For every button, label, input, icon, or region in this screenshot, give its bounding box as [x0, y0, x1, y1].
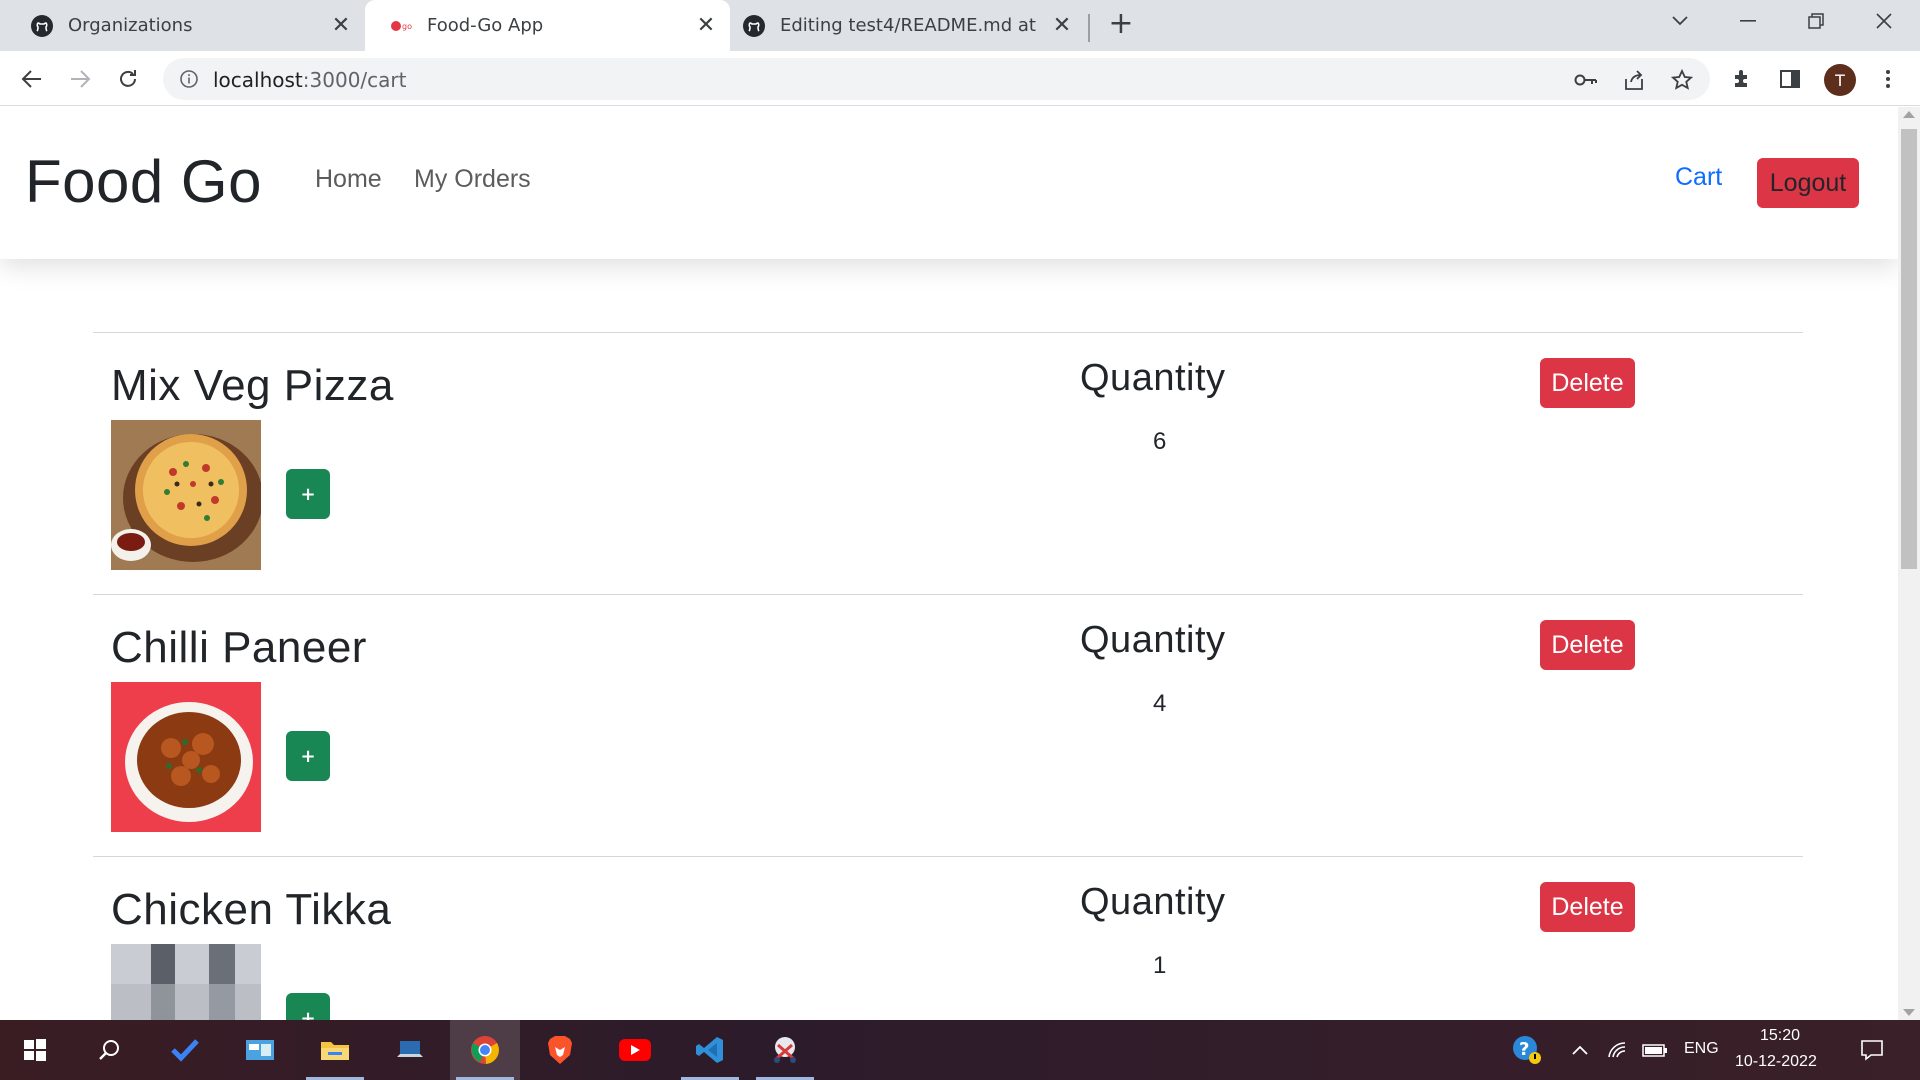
- close-icon[interactable]: ✕: [1050, 13, 1074, 38]
- delete-button[interactable]: Delete: [1540, 882, 1635, 932]
- scroll-down-arrow-icon[interactable]: [1903, 1009, 1915, 1016]
- scroll-up-arrow-icon[interactable]: [1903, 111, 1915, 118]
- cart-item: Chilli Paneer + Quantity 4 Delete: [93, 594, 1803, 856]
- laptop-app-icon[interactable]: [375, 1020, 445, 1080]
- window-close-icon[interactable]: [1864, 6, 1904, 36]
- url-path: :3000/cart: [302, 68, 407, 92]
- delete-button[interactable]: Delete: [1540, 620, 1635, 670]
- forward-icon[interactable]: [64, 63, 96, 95]
- tab-editing-readme[interactable]: Editing test4/README.md at mai ✕: [742, 0, 1082, 51]
- clock-date[interactable]: 10-12-2022: [1735, 1053, 1817, 1071]
- logout-button[interactable]: Logout: [1757, 158, 1859, 208]
- item-name: Mix Veg Pizza: [111, 361, 394, 410]
- restore-icon[interactable]: [1796, 6, 1836, 36]
- side-panel-icon[interactable]: [1774, 63, 1806, 95]
- pizza-image: [111, 420, 261, 570]
- bookmark-star-icon[interactable]: [1669, 67, 1695, 93]
- browser-tab-strip: Organizations ✕ go Food-Go App ✕ Editing…: [0, 0, 1920, 51]
- add-quantity-button[interactable]: +: [286, 993, 330, 1020]
- item-name: Chilli Paneer: [111, 623, 367, 672]
- file-explorer-icon[interactable]: [300, 1020, 370, 1080]
- github-icon: [743, 14, 765, 37]
- tab-title: Food-Go App: [427, 15, 544, 36]
- github-icon: [31, 14, 53, 37]
- reload-icon[interactable]: [112, 63, 144, 95]
- snipping-tool-icon[interactable]: [750, 1020, 820, 1080]
- url-host: localhost: [213, 68, 303, 92]
- battery-icon[interactable]: [1638, 1020, 1672, 1080]
- nav-my-orders-link[interactable]: My Orders: [414, 165, 531, 194]
- brand-logo[interactable]: Food Go: [25, 147, 262, 216]
- address-bar[interactable]: localhost:3000/cart: [163, 58, 1710, 100]
- nav-home-link[interactable]: Home: [315, 165, 382, 194]
- youtube-icon[interactable]: [600, 1020, 670, 1080]
- close-icon[interactable]: ✕: [694, 13, 718, 38]
- chilli-paneer-image: [111, 682, 261, 832]
- back-icon[interactable]: [16, 63, 48, 95]
- svg-text:?: ?: [1519, 1039, 1529, 1060]
- vscode-icon[interactable]: [675, 1020, 745, 1080]
- brave-icon[interactable]: [525, 1020, 595, 1080]
- quantity-value: 6: [1153, 428, 1167, 455]
- search-icon[interactable]: [74, 1020, 144, 1080]
- tab-organizations[interactable]: Organizations ✕: [0, 0, 365, 51]
- key-icon[interactable]: [1573, 67, 1599, 93]
- info-icon[interactable]: [179, 69, 199, 89]
- nav-cart-link[interactable]: Cart: [1675, 163, 1722, 192]
- site-navbar: Food Go Home My Orders Cart Logout: [0, 107, 1898, 259]
- menu-icon[interactable]: [1872, 63, 1904, 95]
- add-quantity-button[interactable]: +: [286, 731, 330, 781]
- windows-start-icon[interactable]: [0, 1020, 70, 1080]
- control-panel-icon[interactable]: [225, 1020, 295, 1080]
- language-indicator[interactable]: ENG: [1684, 1040, 1719, 1058]
- quantity-label: Quantity: [1080, 357, 1226, 399]
- svg-text:go: go: [402, 22, 412, 31]
- chrome-icon[interactable]: [450, 1020, 520, 1080]
- quantity-value: 4: [1153, 690, 1167, 717]
- url-text[interactable]: localhost:3000/cart: [213, 68, 406, 92]
- todo-icon[interactable]: [150, 1020, 220, 1080]
- item-name: Chicken Tikka: [111, 885, 392, 934]
- tab-title: Organizations: [68, 15, 193, 36]
- tab-separator: [1088, 14, 1090, 42]
- minimize-icon[interactable]: [1728, 6, 1768, 36]
- chevron-up-icon[interactable]: [1565, 1020, 1595, 1080]
- chicken-tikka-image: [111, 944, 261, 1020]
- cart-item: Mix Veg Pizza + Quantity 6 Delete: [93, 332, 1803, 594]
- profile-avatar[interactable]: T: [1824, 64, 1856, 96]
- scrollbar-thumb[interactable]: [1901, 129, 1917, 569]
- delete-button[interactable]: Delete: [1540, 358, 1635, 408]
- vertical-scrollbar[interactable]: [1898, 107, 1920, 1020]
- help-icon[interactable]: ?: [1505, 1020, 1549, 1080]
- wifi-icon[interactable]: [1603, 1020, 1633, 1080]
- new-tab-button[interactable]: +: [1106, 9, 1136, 40]
- clock-time[interactable]: 15:20: [1760, 1027, 1800, 1045]
- windows-taskbar: ? ENG 15:20 10-12-2022: [0, 1020, 1920, 1080]
- close-icon[interactable]: ✕: [329, 13, 353, 38]
- quantity-label: Quantity: [1080, 881, 1226, 923]
- notifications-icon[interactable]: [1850, 1020, 1894, 1080]
- tab-title: Editing test4/README.md at mai: [780, 15, 1040, 36]
- quantity-label: Quantity: [1080, 619, 1226, 661]
- tab-search-icon[interactable]: [1660, 6, 1700, 36]
- food-go-favicon: go: [391, 20, 412, 31]
- share-icon[interactable]: [1621, 67, 1647, 93]
- add-quantity-button[interactable]: +: [286, 469, 330, 519]
- quantity-value: 1: [1153, 952, 1167, 979]
- cart-item: Chicken Tikka + Quantity 1 Delete: [93, 856, 1803, 1020]
- tab-food-go-app[interactable]: go Food-Go App ✕: [365, 0, 730, 51]
- page-viewport: Food Go Home My Orders Cart Logout Mix V…: [0, 107, 1898, 1020]
- browser-toolbar: localhost:3000/cart T: [0, 51, 1920, 106]
- extensions-icon[interactable]: [1726, 63, 1758, 95]
